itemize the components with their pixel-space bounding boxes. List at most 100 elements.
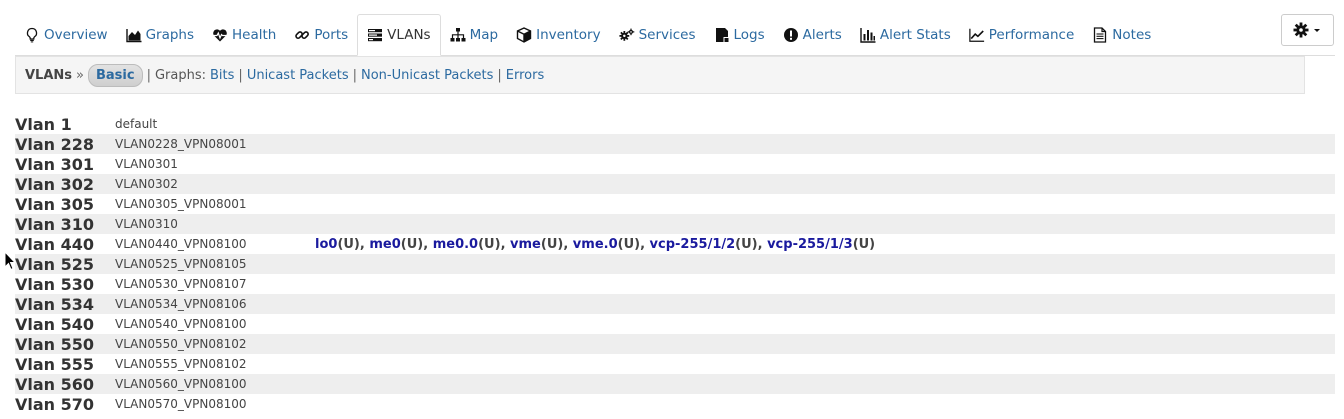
port-link[interactable]: vcp-255/1/2 (650, 237, 736, 252)
link-icon (294, 27, 310, 43)
device-nav-tabs: Overview Graphs Health Ports VLANs Map Invento… (15, 14, 1335, 56)
tab-vlans[interactable]: VLANs (357, 14, 441, 56)
tab-label: Alerts (802, 27, 842, 43)
graph-link-non-unicast-packets[interactable]: Non-Unicast Packets (361, 68, 493, 83)
table-row: Vlan 570 VLAN0570_VPN08100 (15, 394, 1335, 414)
vlan-name: VLAN0302 (115, 177, 178, 191)
port-mode: (U) (337, 236, 360, 252)
tab-alerts[interactable]: Alerts (774, 15, 851, 55)
graph-link-unicast-packets[interactable]: Unicast Packets (247, 68, 349, 83)
tab-services[interactable]: Services (610, 15, 705, 55)
tab-label: Map (469, 27, 499, 43)
settings-dropdown-button[interactable] (1281, 14, 1334, 46)
tab-performance[interactable]: Performance (960, 15, 1084, 55)
vlan-name: VLAN0560_VPN08100 (115, 377, 247, 391)
exclamation-circle-icon (783, 27, 799, 43)
port-link[interactable]: me0.0 (433, 237, 478, 252)
divider: | (497, 67, 502, 83)
vlan-name: VLAN0534_VPN08106 (115, 297, 247, 311)
vlan-name: VLAN0305_VPN08001 (115, 197, 247, 211)
line-chart-icon (969, 27, 985, 43)
vlan-ports: lo0(U), me0(U), me0.0(U), vme(U), vme.0(… (315, 236, 876, 252)
vlan-id: Vlan 550 (15, 334, 95, 354)
file-text-icon (1092, 27, 1108, 43)
vlan-id: Vlan 302 (15, 174, 95, 194)
tab-label: Logs (733, 27, 765, 43)
port-mode: (U) (852, 236, 876, 252)
tab-alert-stats[interactable]: Alert Stats (851, 15, 960, 55)
divider: | (352, 67, 357, 83)
vlans-subnav: VLANs » Basic | Graphs: Bits | Unicast P… (15, 56, 1305, 94)
tab-inventory[interactable]: Inventory (507, 15, 609, 55)
tab-label: Notes (1112, 27, 1152, 43)
gear-icon (1293, 22, 1323, 38)
tab-map[interactable]: Map (441, 15, 508, 55)
tasks-icon (367, 27, 383, 43)
vlan-id: Vlan 570 (15, 394, 95, 414)
divider: | (146, 67, 151, 83)
vlan-name: VLAN0310 (115, 217, 178, 231)
tab-logs[interactable]: Logs (705, 15, 774, 55)
mouse-cursor-icon (4, 251, 16, 271)
view-basic-button[interactable]: Basic (88, 63, 143, 87)
tab-label: Health (232, 27, 277, 43)
graph-link-errors[interactable]: Errors (506, 68, 544, 83)
vlan-id: Vlan 525 (15, 254, 95, 274)
port-mode: (U) (400, 236, 424, 252)
tab-health[interactable]: Health (203, 15, 285, 55)
port-link[interactable]: vcp-255/1/3 (767, 237, 853, 252)
tab-label: Performance (988, 27, 1075, 43)
tab-overview[interactable]: Overview (15, 15, 117, 55)
page: Overview Graphs Health Ports VLANs Map Invento… (0, 0, 1344, 419)
tabs-list: Overview Graphs Health Ports VLANs Map Invento… (15, 14, 1335, 56)
vlan-name: default (115, 117, 158, 131)
cogs-icon (619, 27, 635, 43)
vlan-id: Vlan 560 (15, 374, 95, 394)
caret-down-icon (1313, 29, 1320, 32)
port-link[interactable]: vme (510, 237, 541, 252)
vlan-id: Vlan 228 (15, 134, 95, 154)
vlan-id: Vlan 310 (15, 214, 95, 234)
heartbeat-icon (212, 27, 228, 43)
port-link[interactable]: me0 (369, 237, 400, 252)
divider: | (238, 67, 243, 83)
tab-notes[interactable]: Notes (1083, 15, 1160, 55)
table-row: Vlan 550 VLAN0550_VPN08102 (15, 334, 1335, 354)
vlan-id: Vlan 530 (15, 274, 95, 294)
tab-ports[interactable]: Ports (285, 15, 357, 55)
graph-link-bits[interactable]: Bits (210, 68, 234, 83)
table-row: Vlan 534 VLAN0534_VPN08106 (15, 294, 1335, 314)
tab-label: Graphs (145, 27, 195, 43)
tab-graphs[interactable]: Graphs (117, 15, 203, 55)
tab-label: Services (638, 27, 696, 43)
table-row: Vlan 305 VLAN0305_VPN08001 (15, 194, 1335, 214)
vlan-id: Vlan 534 (15, 294, 95, 314)
tab-label: Alert Stats (879, 27, 951, 43)
port-link[interactable]: lo0 (315, 237, 337, 252)
bar-chart-icon (860, 27, 876, 43)
vlan-name: VLAN0530_VPN08107 (115, 277, 247, 291)
tab-label: Overview (44, 27, 108, 43)
vlan-table: Vlan 1 default Vlan 228 VLAN0228_VPN08001 Vl… (15, 114, 1335, 414)
port-link[interactable]: vme.0 (573, 237, 618, 252)
vlan-name: VLAN0301 (115, 157, 178, 171)
port-mode: (U) (617, 236, 641, 252)
vlan-name: VLAN0570_VPN08100 (115, 397, 247, 411)
vlan-name: VLAN0550_VPN08102 (115, 337, 247, 351)
lightbulb-icon (24, 27, 40, 43)
table-row: Vlan 302 VLAN0302 (15, 174, 1335, 194)
cube-icon (516, 27, 532, 43)
vlan-name: VLAN0525_VPN08105 (115, 257, 247, 271)
sitemap-icon (450, 27, 466, 43)
table-row: Vlan 560 VLAN0560_VPN08100 (15, 374, 1335, 394)
vlan-id: Vlan 305 (15, 194, 95, 214)
vlan-name: VLAN0440_VPN08100 (115, 237, 247, 251)
port-mode: (U) (735, 236, 758, 252)
table-row: Vlan 440 VLAN0440_VPN08100 lo0(U), me0(U),… (15, 234, 1335, 254)
table-row: Vlan 228 VLAN0228_VPN08001 (15, 134, 1335, 154)
vlan-name: VLAN0228_VPN08001 (115, 137, 247, 151)
table-row: Vlan 540 VLAN0540_VPN08100 (15, 314, 1335, 334)
table-row: Vlan 301 VLAN0301 (15, 154, 1335, 174)
table-row: Vlan 530 VLAN0530_VPN08107 (15, 274, 1335, 294)
port-mode: (U) (540, 236, 564, 252)
